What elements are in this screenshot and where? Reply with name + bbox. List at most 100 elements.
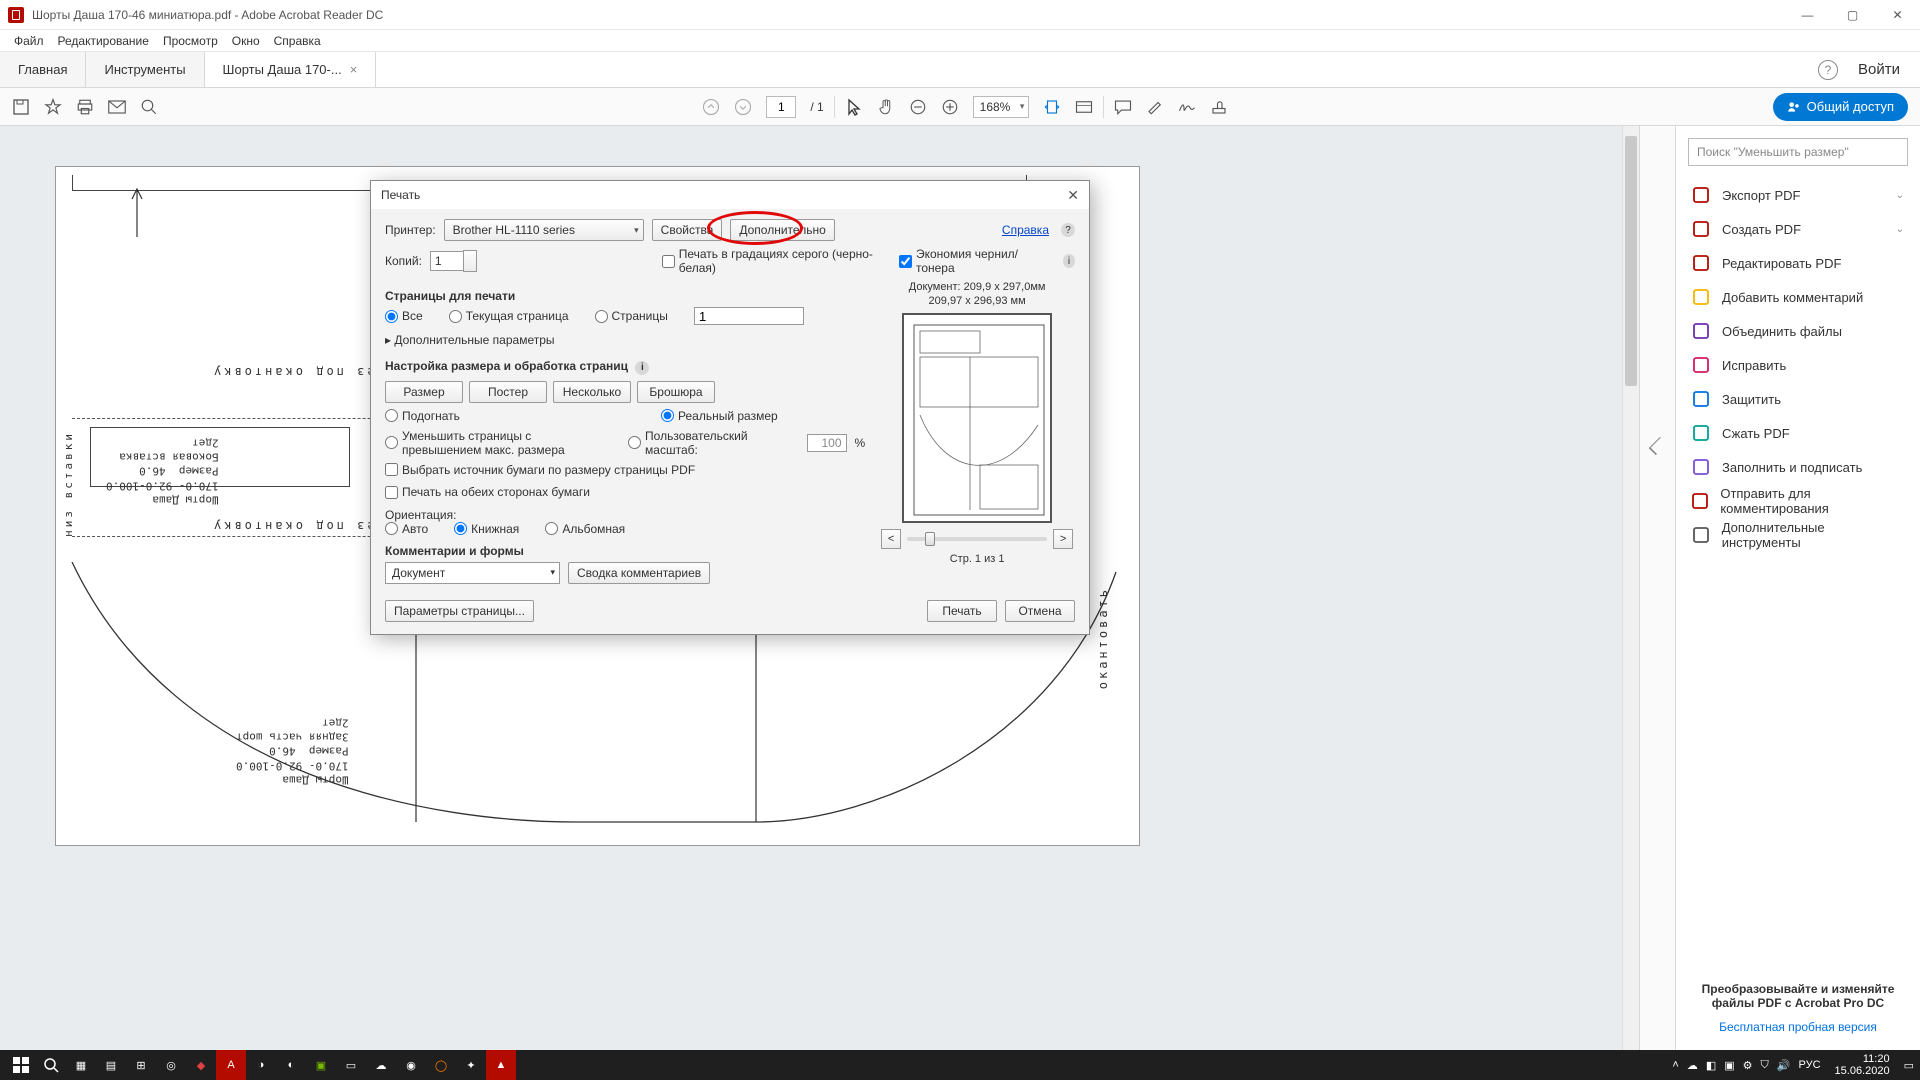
task-app-icon[interactable]: ◉	[396, 1050, 426, 1080]
taskbar-clock[interactable]: 11:20 15.06.2020	[1835, 1053, 1890, 1077]
tray-icon[interactable]: ▣	[1724, 1059, 1734, 1072]
tray-lang[interactable]: РУС	[1799, 1059, 1821, 1071]
cancel-button[interactable]: Отмена	[1005, 600, 1075, 622]
tools-pane-toggle[interactable]	[1639, 126, 1675, 1050]
tray-icon[interactable]: ˄	[1672, 1059, 1678, 1071]
page-down-icon[interactable]	[734, 98, 752, 116]
menu-file[interactable]: Файл	[8, 32, 50, 50]
radio-custom-scale[interactable]: Пользовательский масштаб:	[628, 429, 781, 457]
radio-current[interactable]: Текущая страница	[449, 309, 569, 323]
login-button[interactable]: Войти	[1858, 61, 1900, 78]
menu-help[interactable]: Справка	[268, 32, 327, 50]
cursor-icon[interactable]	[845, 98, 863, 116]
tab-document[interactable]: Шорты Даша 170-... ×	[205, 52, 377, 87]
seg-size-button[interactable]: Размер	[385, 381, 463, 403]
tray-icon[interactable]: ☁	[1687, 1059, 1698, 1072]
scale-input[interactable]	[807, 434, 847, 452]
preview-next-button[interactable]: >	[1053, 529, 1073, 549]
info-icon[interactable]: i	[635, 361, 649, 375]
fit-page-icon[interactable]	[1075, 98, 1093, 116]
comments-dropdown[interactable]: Документ	[385, 562, 560, 584]
advanced-button[interactable]: Дополнительно	[730, 219, 834, 241]
save-icon[interactable]	[12, 98, 30, 116]
task-app-icon[interactable]: ▭	[336, 1050, 366, 1080]
task-app-icon[interactable]: ◐	[276, 1050, 306, 1080]
paper-source-checkbox[interactable]: Выбрать источник бумаги по размеру стран…	[385, 463, 695, 477]
task-app-icon[interactable]: ✦	[456, 1050, 486, 1080]
task-app-icon[interactable]: ◆	[186, 1050, 216, 1080]
radio-real-size[interactable]: Реальный размер	[661, 409, 778, 423]
radio-pages[interactable]: Страницы	[595, 309, 668, 323]
task-app-icon[interactable]: ▣	[306, 1050, 336, 1080]
vertical-scrollbar[interactable]	[1622, 126, 1639, 1050]
page-up-icon[interactable]	[702, 98, 720, 116]
mail-icon[interactable]	[108, 98, 126, 116]
start-button[interactable]	[6, 1050, 36, 1080]
tool-item[interactable]: Дополнительные инструменты	[1676, 518, 1920, 552]
preview-slider[interactable]	[907, 537, 1047, 541]
hand-icon[interactable]	[877, 98, 895, 116]
print-icon[interactable]	[76, 98, 94, 116]
menu-edit[interactable]: Редактирование	[52, 32, 155, 50]
orient-auto[interactable]: Авто	[385, 522, 428, 536]
dialog-close-icon[interactable]: ✕	[1067, 187, 1079, 204]
tool-item[interactable]: Исправить	[1676, 348, 1920, 382]
zoom-in-icon[interactable]	[941, 98, 959, 116]
both-sides-checkbox[interactable]: Печать на обеих сторонах бумаги	[385, 485, 590, 499]
task-app-icon[interactable]: ◯	[426, 1050, 456, 1080]
tray-icon[interactable]: ⚙	[1743, 1059, 1753, 1072]
task-app-icon[interactable]: ▲	[486, 1050, 516, 1080]
search-input[interactable]: Поиск "Уменьшить размер"	[1688, 138, 1908, 166]
task-app-icon[interactable]: ◎	[156, 1050, 186, 1080]
comment-icon[interactable]	[1114, 98, 1132, 116]
promo-link[interactable]: Бесплатная пробная версия	[1688, 1020, 1908, 1034]
menu-window[interactable]: Окно	[226, 32, 266, 50]
tab-home[interactable]: Главная	[0, 52, 86, 87]
tool-item[interactable]: Редактировать PDF	[1676, 246, 1920, 280]
copies-spinner[interactable]: 1	[430, 251, 464, 271]
menu-view[interactable]: Просмотр	[157, 32, 224, 50]
tool-item[interactable]: Сжать PDF	[1676, 416, 1920, 450]
properties-button[interactable]: Свойства	[652, 219, 723, 241]
printer-dropdown[interactable]: Brother HL-1110 series	[444, 219, 644, 241]
radio-all[interactable]: Все	[385, 309, 423, 323]
orient-portrait[interactable]: Книжная	[454, 522, 519, 536]
help-icon[interactable]: ?	[1061, 223, 1075, 237]
close-button[interactable]: ✕	[1875, 0, 1920, 30]
help-icon[interactable]: ?	[1818, 60, 1838, 80]
tool-item[interactable]: Объединить файлы	[1676, 314, 1920, 348]
print-button[interactable]: Печать	[927, 600, 997, 622]
tool-item[interactable]: Добавить комментарий	[1676, 280, 1920, 314]
stamp-icon[interactable]	[1210, 98, 1228, 116]
tab-tools[interactable]: Инструменты	[86, 52, 204, 87]
more-params-expander[interactable]: ▸ Дополнительные параметры	[385, 331, 865, 349]
sign-icon[interactable]	[1178, 98, 1196, 116]
orient-landscape[interactable]: Альбомная	[545, 522, 625, 536]
tool-item[interactable]: Заполнить и подписать	[1676, 450, 1920, 484]
ink-save-checkbox[interactable]: Экономия чернил/тонера	[899, 247, 1033, 275]
zoom-out-icon[interactable]	[909, 98, 927, 116]
highlight-icon[interactable]	[1146, 98, 1164, 116]
task-app-icon[interactable]: ⊞	[126, 1050, 156, 1080]
zoom-dropdown[interactable]: 168%	[973, 96, 1030, 118]
task-app-icon[interactable]: ◑	[246, 1050, 276, 1080]
maximize-button[interactable]: ▢	[1830, 0, 1875, 30]
search-icon[interactable]	[36, 1050, 66, 1080]
task-app-icon[interactable]: ▤	[96, 1050, 126, 1080]
seg-poster-button[interactable]: Постер	[469, 381, 547, 403]
radio-fit[interactable]: Подогнать	[385, 409, 635, 423]
preview-prev-button[interactable]: <	[881, 529, 901, 549]
grayscale-checkbox[interactable]: Печать в градациях серого (черно-белая)	[662, 247, 873, 275]
tray-icon[interactable]: 🔊	[1777, 1059, 1791, 1072]
task-app-icon[interactable]: A	[216, 1050, 246, 1080]
tab-close-icon[interactable]: ×	[350, 62, 358, 77]
share-button[interactable]: Общий доступ	[1773, 93, 1908, 121]
tool-item[interactable]: Отправить для комментирования	[1676, 484, 1920, 518]
tray-icon[interactable]: ⛉	[1761, 1059, 1769, 1072]
page-setup-button[interactable]: Параметры страницы...	[385, 600, 534, 622]
seg-booklet-button[interactable]: Брошюра	[637, 381, 715, 403]
tray-icon[interactable]: ◧	[1706, 1059, 1716, 1072]
task-app-icon[interactable]: ▦	[66, 1050, 96, 1080]
minimize-button[interactable]: —	[1785, 0, 1830, 30]
task-app-icon[interactable]: ☁	[366, 1050, 396, 1080]
